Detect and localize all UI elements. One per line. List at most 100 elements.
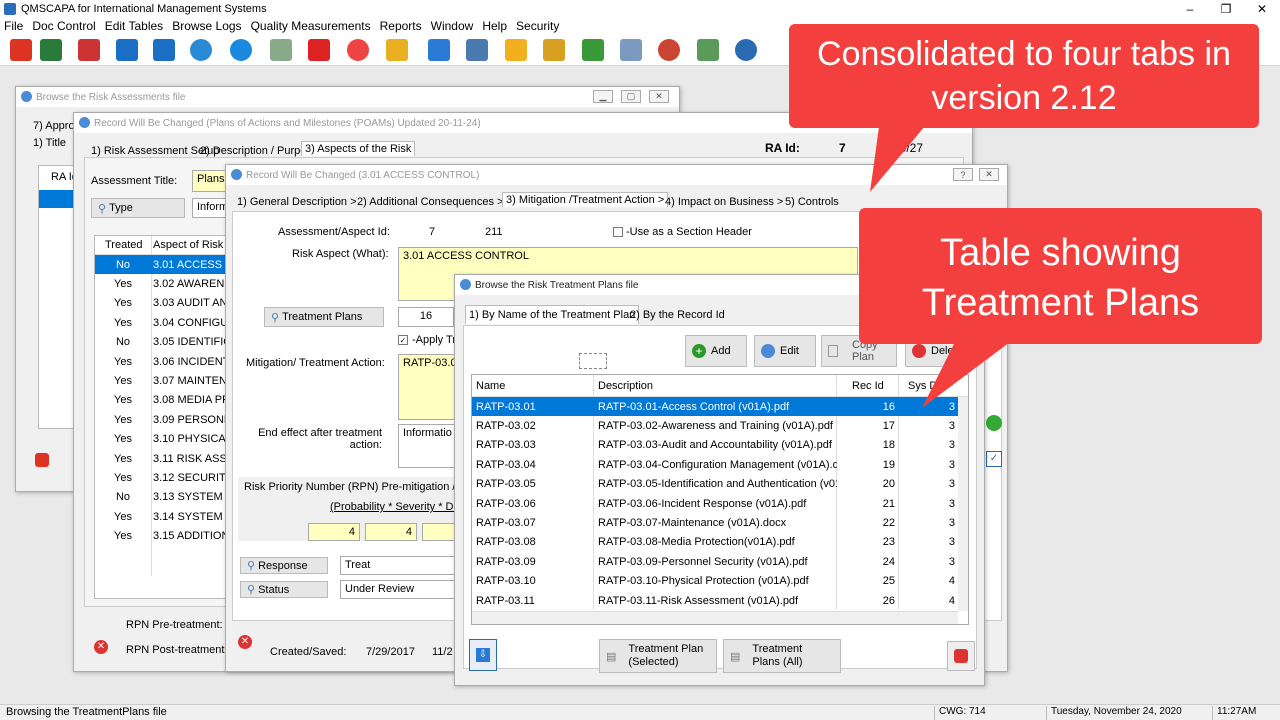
export-button[interactable]: ⇩ (469, 639, 497, 671)
table-row[interactable]: No 3.13 SYSTEM AN (95, 488, 235, 507)
table-row[interactable]: Yes 3.09 PERSONNE (95, 410, 235, 429)
apply-checkbox[interactable]: ✓ (398, 335, 408, 345)
table-row[interactable]: Yes 3.07 MAINTENA (95, 371, 235, 390)
tab-by-record-id[interactable]: 2) By the Record Id (627, 308, 728, 322)
warning-icon[interactable] (505, 39, 527, 61)
detection-field[interactable] (422, 523, 458, 541)
restore-icon[interactable]: ❐ (1208, 0, 1244, 18)
response-field[interactable]: Treat (340, 556, 458, 575)
folder-icon[interactable] (697, 39, 719, 61)
table-row[interactable]: Yes 3.04 CONFIGUR (95, 313, 235, 332)
chat-icon[interactable] (190, 39, 212, 61)
status-field[interactable]: Under Review (340, 580, 458, 599)
col-rec-id[interactable]: Rec Id (852, 380, 884, 392)
book-icon[interactable] (116, 39, 138, 61)
menu-quality-measurements[interactable]: Quality Measurements (251, 19, 371, 33)
calendar-icon[interactable] (270, 39, 292, 61)
menu-reports[interactable]: Reports (380, 19, 422, 33)
probability-field[interactable]: 4 (308, 523, 360, 541)
table-row[interactable]: RATP-03.07 RATP-03.07-Maintenance (v01A).… (472, 513, 958, 532)
table-row[interactable]: No 3.01 ACCESS CO (95, 255, 235, 275)
tab-controls[interactable]: 5) Controls (782, 195, 842, 209)
add-button[interactable]: + Add (685, 335, 747, 367)
table-row[interactable]: RATP-03.09 RATP-03.09-Personnel Security … (472, 552, 958, 571)
table-row[interactable]: Yes 3.02 AWARENES (95, 274, 235, 293)
vertical-scrollbar[interactable] (958, 397, 968, 611)
table-row[interactable]: Yes 3.06 INCIDENT I (95, 352, 235, 371)
gear-icon[interactable] (230, 39, 252, 61)
tab-by-name[interactable]: 1) By Name of the Treatment Plan (465, 305, 640, 324)
table-row[interactable]: Yes 3.14 SYSTEM AN (95, 507, 235, 526)
org-chart-icon[interactable] (153, 39, 175, 61)
confirm-icon[interactable] (986, 415, 1002, 431)
close-button[interactable] (947, 641, 975, 671)
tab-additional-consequences[interactable]: 2) Additional Consequences > (354, 195, 506, 209)
table-row[interactable]: RATP-03.10 RATP-03.10-Physical Protection… (472, 572, 958, 591)
treatment-plans-field[interactable]: 16 (398, 307, 454, 327)
table-row[interactable]: Yes 3.08 MEDIA PRO (95, 391, 235, 410)
pdf-icon[interactable] (78, 39, 100, 61)
table-row[interactable]: RATP-03.05 RATP-03.05-Identification and … (472, 475, 958, 494)
table-row[interactable]: RATP-03.04 RATP-03.04-Configuration Manag… (472, 455, 958, 474)
menu-window[interactable]: Window (431, 19, 474, 33)
col-description[interactable]: Description (598, 380, 653, 392)
search-icon[interactable] (735, 39, 757, 61)
bar-chart-icon[interactable] (428, 39, 450, 61)
tab-aspects-of-risk[interactable]: 3) Aspects of the Risk (301, 141, 416, 156)
edit-button[interactable]: Edit (754, 335, 816, 367)
minimize-icon[interactable]: ▁ (593, 90, 613, 103)
help-icon[interactable]: ? (953, 168, 973, 181)
plus-icon[interactable] (308, 39, 330, 61)
document-icon[interactable] (40, 39, 62, 61)
report-selected-button[interactable]: ▤ Treatment Plan (Selected) (599, 639, 717, 673)
minimize-icon[interactable]: – (1172, 0, 1208, 18)
table-row[interactable]: RATP-03.11 RATP-03.11-Risk Assessment (v0… (472, 591, 958, 610)
menu-edit-tables[interactable]: Edit Tables (105, 19, 163, 33)
shield-icon[interactable] (543, 39, 565, 61)
treatment-plans-button[interactable]: ⚲ Treatment Plans (264, 307, 384, 327)
close-icon[interactable]: ✕ (649, 90, 669, 103)
severity-field[interactable]: 4 (365, 523, 417, 541)
table-row[interactable]: Yes 3.15 ADDITIONA (95, 527, 235, 546)
cancel-icon[interactable]: ✕ (238, 635, 252, 649)
end-effect-field[interactable]: Informatio (398, 424, 458, 468)
table-row[interactable]: Yes 3.12 SECURITY A (95, 468, 235, 487)
status-button[interactable]: ⚲ Status (240, 581, 328, 598)
type-button[interactable]: ⚲ Type (91, 198, 185, 218)
response-button[interactable]: ⚲ Response (240, 557, 328, 574)
table-row[interactable]: RATP-03.01 RATP-03.01-Access Control (v01… (472, 397, 958, 417)
tab-general-description[interactable]: 1) General Description > (234, 195, 360, 209)
list-icon[interactable] (582, 39, 604, 61)
mitigation-field[interactable]: RATP-03.0 (398, 354, 458, 420)
close-icon[interactable]: ✕ (979, 168, 999, 181)
col-name[interactable]: Name (476, 380, 505, 392)
table-row[interactable]: No 3.05 IDENTIFICA (95, 333, 235, 352)
report-all-button[interactable]: ▤ Treatment Plans (All) (723, 639, 841, 673)
table-row[interactable]: Yes 3.10 PHYSICAL (95, 430, 235, 449)
horizontal-scrollbar[interactable] (472, 611, 958, 624)
menu-browse-logs[interactable]: Browse Logs (172, 19, 241, 33)
tab-approval[interactable]: 7) Appro (30, 119, 78, 133)
user-icon[interactable] (658, 39, 680, 61)
table-row[interactable]: RATP-03.06 RATP-03.06-Incident Response (… (472, 494, 958, 513)
add-window-icon[interactable] (620, 39, 642, 61)
table-row[interactable]: Yes 3.03 AUDIT AND (95, 294, 235, 313)
lifebuoy-icon[interactable] (347, 39, 369, 61)
treatment-plans-table[interactable]: Name Description Rec Id Sys De RATP-03.0… (471, 374, 969, 625)
notebook-icon[interactable] (386, 39, 408, 61)
table-row[interactable]: Yes 3.11 RISK ASSES (95, 449, 235, 468)
printer-icon[interactable] (466, 39, 488, 61)
table-row[interactable]: RATP-03.02 RATP-03.02-Awareness and Train… (472, 416, 958, 435)
table-row[interactable]: RATP-03.08 RATP-03.08-Media Protection(v0… (472, 533, 958, 552)
power-icon[interactable] (10, 39, 32, 61)
section-header-checkbox[interactable] (613, 227, 623, 237)
menu-file[interactable]: File (4, 19, 23, 33)
close-icon[interactable]: ✕ (1244, 0, 1280, 18)
check-icon[interactable]: ✓ (986, 451, 1002, 467)
aspects-table[interactable]: Treated Aspect of Risk No 3.01 ACCESS CO Y… (94, 235, 235, 599)
tab-impact-on-business[interactable]: 4) Impact on Business > (662, 195, 786, 209)
tab-title[interactable]: 1) Title (30, 136, 69, 150)
power-icon[interactable] (35, 453, 49, 467)
table-row[interactable]: RATP-03.03 RATP-03.03-Audit and Accountab… (472, 436, 958, 455)
menu-help[interactable]: Help (482, 19, 507, 33)
